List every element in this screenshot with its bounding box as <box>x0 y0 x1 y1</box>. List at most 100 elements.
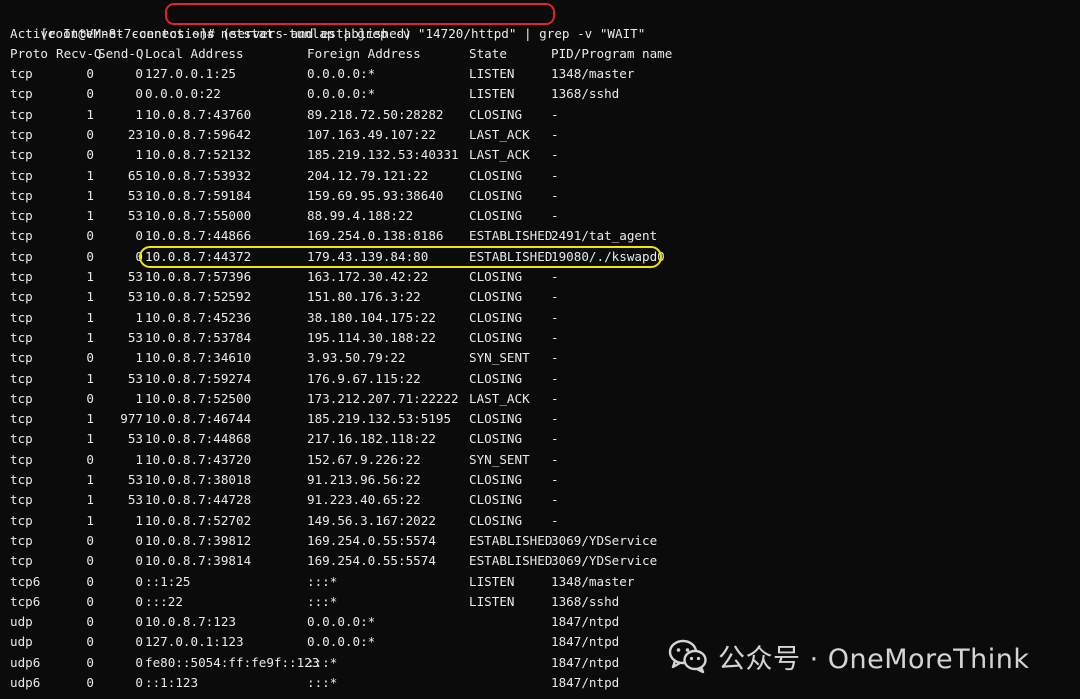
cell-recv-q: 0 <box>86 654 94 670</box>
cell-local-address: 10.0.8.7:59184 <box>145 187 252 203</box>
cell-foreign-address: 169.254.0.138:8186 <box>307 228 444 244</box>
cell-send-q: 53 <box>127 208 143 224</box>
cell-proto: tcp <box>10 431 33 447</box>
cell-proto: tcp <box>10 553 33 569</box>
cell-pid-program: 1368/sshd <box>551 593 620 609</box>
cell-foreign-address: 217.16.182.118:22 <box>307 431 436 447</box>
cell-proto: udp <box>10 614 33 630</box>
cell-local-address: 127.0.0.1:25 <box>145 66 236 81</box>
cell-recv-q: 1 <box>86 329 94 345</box>
cell-foreign-address: 152.67.9.226:22 <box>307 451 421 467</box>
cell-local-address: 10.0.8.7:39814 <box>145 553 252 569</box>
cell-send-q: 0 <box>135 248 143 264</box>
cell-recv-q: 1 <box>86 309 94 325</box>
cell-local-address: 10.0.8.7:53932 <box>145 167 252 183</box>
cell-send-q: 0 <box>135 614 143 630</box>
cell-pid-program: - <box>551 106 559 122</box>
cell-foreign-address: 3.93.50.79:22 <box>307 350 406 366</box>
cell-recv-q: 1 <box>86 106 94 122</box>
cell-proto: tcp <box>10 228 33 244</box>
cell-state: ESTABLISHED <box>469 532 553 548</box>
cell-recv-q: 0 <box>86 614 94 630</box>
cell-proto: udp <box>10 634 33 650</box>
cell-foreign-address: :::* <box>307 654 338 670</box>
cell-pid-program: - <box>551 370 559 386</box>
cell-send-q: 0 <box>135 228 143 244</box>
cell-recv-q: 1 <box>86 289 94 305</box>
cell-local-address: 10.0.8.7:59274 <box>145 370 252 386</box>
cell-local-address: 10.0.8.7:39812 <box>145 532 252 548</box>
cell-pid-program: - <box>551 512 559 528</box>
cell-state: LAST_ACK <box>469 126 530 142</box>
cell-foreign-address: 91.223.40.65:22 <box>307 492 421 508</box>
cell-send-q: 53 <box>127 329 143 345</box>
cell-send-q: 53 <box>127 370 143 386</box>
cell-state: CLOSING <box>469 512 523 528</box>
cell-pid-program: 1847/ntpd <box>551 654 620 670</box>
cell-pid-program: 1348/master <box>551 573 635 589</box>
cell-recv-q: 0 <box>86 66 94 81</box>
cell-foreign-address: 159.69.95.93:38640 <box>307 187 444 203</box>
cell-state: CLOSING <box>469 329 523 345</box>
cell-proto: tcp <box>10 309 33 325</box>
cell-state: ESTABLISHED <box>469 228 553 244</box>
cell-recv-q: 1 <box>86 411 94 427</box>
cell-proto: tcp <box>10 451 33 467</box>
cell-state: CLOSING <box>469 208 523 224</box>
cell-recv-q: 0 <box>86 390 94 406</box>
cell-local-address: ::1:25 <box>145 573 191 589</box>
cell-send-q: 53 <box>127 187 143 203</box>
cell-send-q: 0 <box>135 573 143 589</box>
cell-foreign-address: 0.0.0.0:* <box>307 86 376 102</box>
cell-proto: tcp <box>10 289 33 305</box>
cell-send-q: 0 <box>135 593 143 609</box>
cell-pid-program: - <box>551 208 559 224</box>
cell-recv-q: 0 <box>86 675 94 690</box>
cell-proto: tcp <box>10 472 33 487</box>
cell-recv-q: 0 <box>86 553 94 569</box>
cell-state: CLOSING <box>469 472 523 487</box>
cell-send-q: 1 <box>135 147 143 163</box>
watermark: 公众号 · OneMoreThink <box>668 634 1030 678</box>
cell-proto: tcp <box>10 370 33 386</box>
cell-send-q: 1 <box>135 390 143 406</box>
cell-recv-q: 0 <box>86 248 94 264</box>
cell-proto: tcp <box>10 66 33 81</box>
cell-recv-q: 1 <box>86 472 94 487</box>
cell-local-address: 10.0.8.7:44728 <box>145 492 252 508</box>
cell-state: SYN_SENT <box>469 451 530 467</box>
cell-state: SYN_SENT <box>469 350 530 366</box>
cell-foreign-address: 0.0.0.0:* <box>307 66 376 81</box>
cell-pid-program: - <box>551 492 559 508</box>
cell-local-address: 127.0.0.1:123 <box>145 634 244 650</box>
cell-state: CLOSING <box>469 167 523 183</box>
table-header: Proto Recv-Q Send-Q Local Address Foreig… <box>10 44 672 64</box>
cell-send-q: 0 <box>135 86 143 102</box>
cell-recv-q: 1 <box>86 208 94 224</box>
cell-local-address: 10.0.8.7:52500 <box>145 390 252 406</box>
cell-send-q: 23 <box>127 126 143 142</box>
command-highlight-ring <box>165 3 555 25</box>
cell-recv-q: 0 <box>86 573 94 589</box>
cell-send-q: 53 <box>127 472 143 487</box>
cell-local-address: ::1:123 <box>145 675 199 690</box>
cell-local-address: 10.0.8.7:123 <box>145 614 236 630</box>
terminal-window[interactable]: [root@VM-8-7-centos ~]# netstat -tunlap |… <box>0 0 1080 699</box>
cell-send-q: 0 <box>135 654 143 670</box>
cell-state: LAST_ACK <box>469 147 530 163</box>
cell-foreign-address: 163.172.30.42:22 <box>307 269 429 284</box>
cell-proto: udp6 <box>10 654 41 670</box>
cell-send-q: 65 <box>127 167 143 183</box>
cell-pid-program: - <box>551 187 559 203</box>
cell-pid-program: 3069/YDService <box>551 553 658 569</box>
header-proto: Proto <box>10 46 48 61</box>
cell-proto: tcp <box>10 106 33 122</box>
cell-local-address: 10.0.8.7:43720 <box>145 451 252 467</box>
cell-send-q: 0 <box>135 532 143 548</box>
wechat-icon <box>668 639 707 674</box>
cell-state: CLOSING <box>469 187 523 203</box>
header-state: State <box>469 46 507 61</box>
cell-recv-q: 0 <box>86 147 94 163</box>
cell-foreign-address: 169.254.0.55:5574 <box>307 553 436 569</box>
header-local-address: Local Address <box>145 46 244 61</box>
